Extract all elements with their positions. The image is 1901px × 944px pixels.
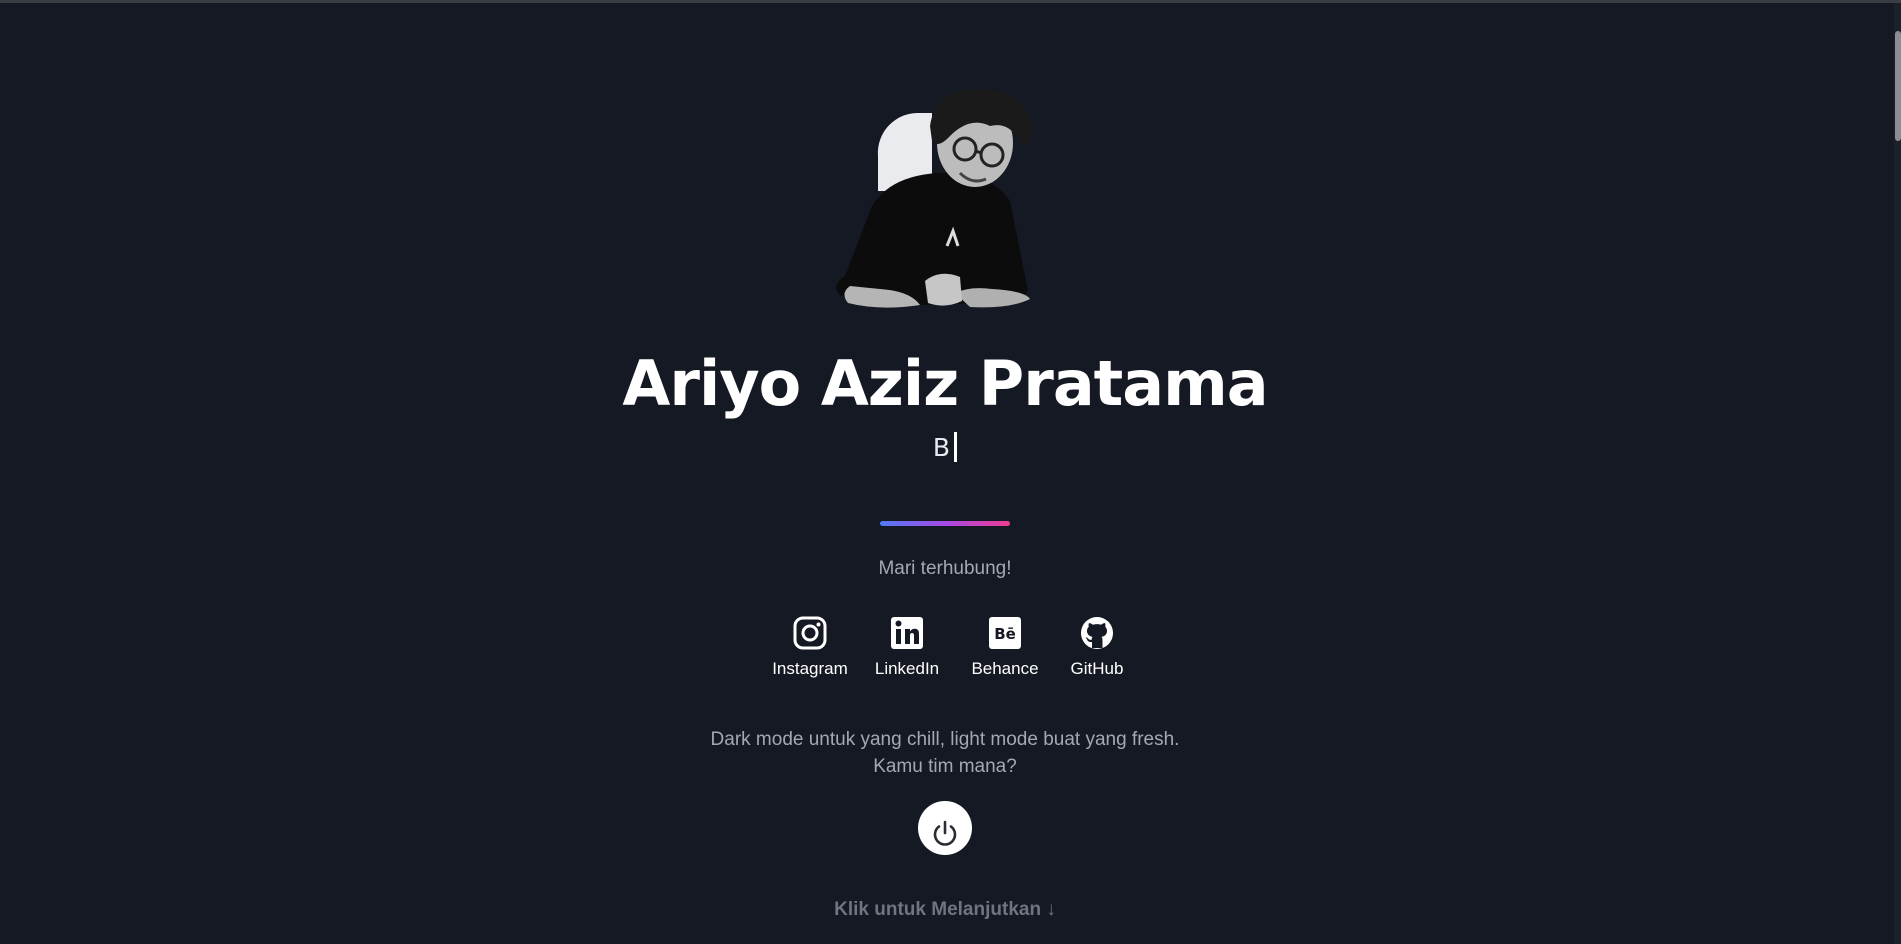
typewriter-value: B <box>932 433 951 462</box>
social-label-instagram: Instagram <box>772 659 848 678</box>
hero-section: Ariyo Aziz Pratama B Mari terhubung! Ins… <box>0 3 1890 944</box>
continue-link[interactable]: Klik untuk Melanjutkan ↓ <box>0 899 1890 921</box>
instagram-icon <box>793 616 827 650</box>
social-label-github: GitHub <box>1070 659 1124 678</box>
svg-text:Bē: Bē <box>994 625 1016 643</box>
social-link-behance[interactable]: Bē Behance <box>955 615 1055 685</box>
avatar <box>836 89 1032 308</box>
profile-name: Ariyo Aziz Pratama <box>622 347 1268 420</box>
landing-page: Ariyo Aziz Pratama B Mari terhubung! Ins… <box>0 0 1901 944</box>
behance-icon: Bē <box>989 617 1021 649</box>
theme-tagline: Dark mode untuk yang chill, light mode b… <box>710 729 1180 777</box>
social-label-linkedin: LinkedIn <box>874 659 940 678</box>
theme-toggle-button[interactable] <box>918 801 972 855</box>
social-label-behance: Behance <box>971 659 1039 678</box>
text-caret <box>954 432 958 462</box>
social-link-linkedin[interactable]: LinkedIn <box>857 615 957 685</box>
social-links: Instagram LinkedIn Bē Behance GitHub <box>760 615 1130 685</box>
connect-prompt: Mari terhubung! <box>878 558 1012 579</box>
github-icon <box>1081 617 1113 649</box>
scrollbar[interactable] <box>1894 3 1901 944</box>
power-icon <box>933 820 957 846</box>
typewriter-text: B <box>0 432 1890 464</box>
linkedin-icon <box>891 617 923 649</box>
social-link-instagram[interactable]: Instagram <box>760 615 860 685</box>
social-link-github[interactable]: GitHub <box>1047 615 1147 685</box>
gradient-divider <box>880 521 1010 526</box>
scrollbar-thumb[interactable] <box>1895 31 1901 141</box>
